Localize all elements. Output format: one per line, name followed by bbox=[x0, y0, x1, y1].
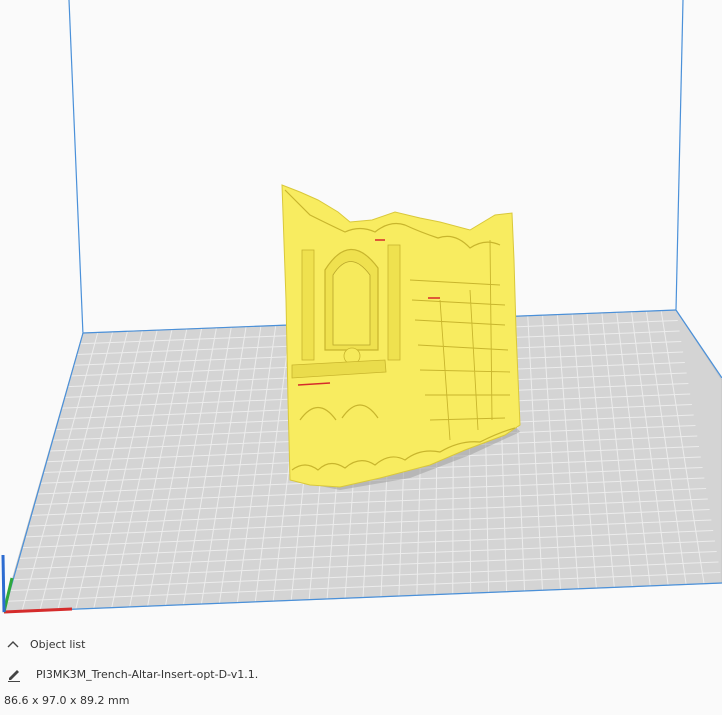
volume-edge-back-left bbox=[68, 0, 84, 336]
viewport-canvas[interactable] bbox=[0, 0, 722, 628]
z-axis-indicator bbox=[1, 554, 6, 613]
object-list-label: Object list bbox=[30, 638, 86, 651]
model-body bbox=[281, 184, 521, 488]
pencil-icon[interactable] bbox=[6, 667, 22, 683]
model-arch-inner bbox=[332, 261, 371, 346]
object-dimensions: 86.6 x 97.0 x 89.2 mm bbox=[4, 694, 130, 707]
volume-edge-back-right bbox=[675, 0, 684, 311]
object-name: PI3MK3M_Trench-Altar-Insert-opt-D-v1.1. bbox=[36, 668, 259, 681]
object-list-toggle[interactable]: Object list bbox=[6, 638, 85, 652]
object-list-item[interactable]: PI3MK3M_Trench-Altar-Insert-opt-D-v1.1. bbox=[6, 667, 258, 683]
chevron-up-icon[interactable] bbox=[6, 638, 20, 652]
3d-model[interactable] bbox=[281, 184, 521, 490]
model-pillar-right bbox=[387, 244, 401, 361]
3d-viewport[interactable] bbox=[0, 0, 722, 628]
object-list-panel: Object list PI3MK3M_Trench-Altar-Insert-… bbox=[0, 628, 722, 715]
model-pillar-left bbox=[301, 249, 315, 361]
